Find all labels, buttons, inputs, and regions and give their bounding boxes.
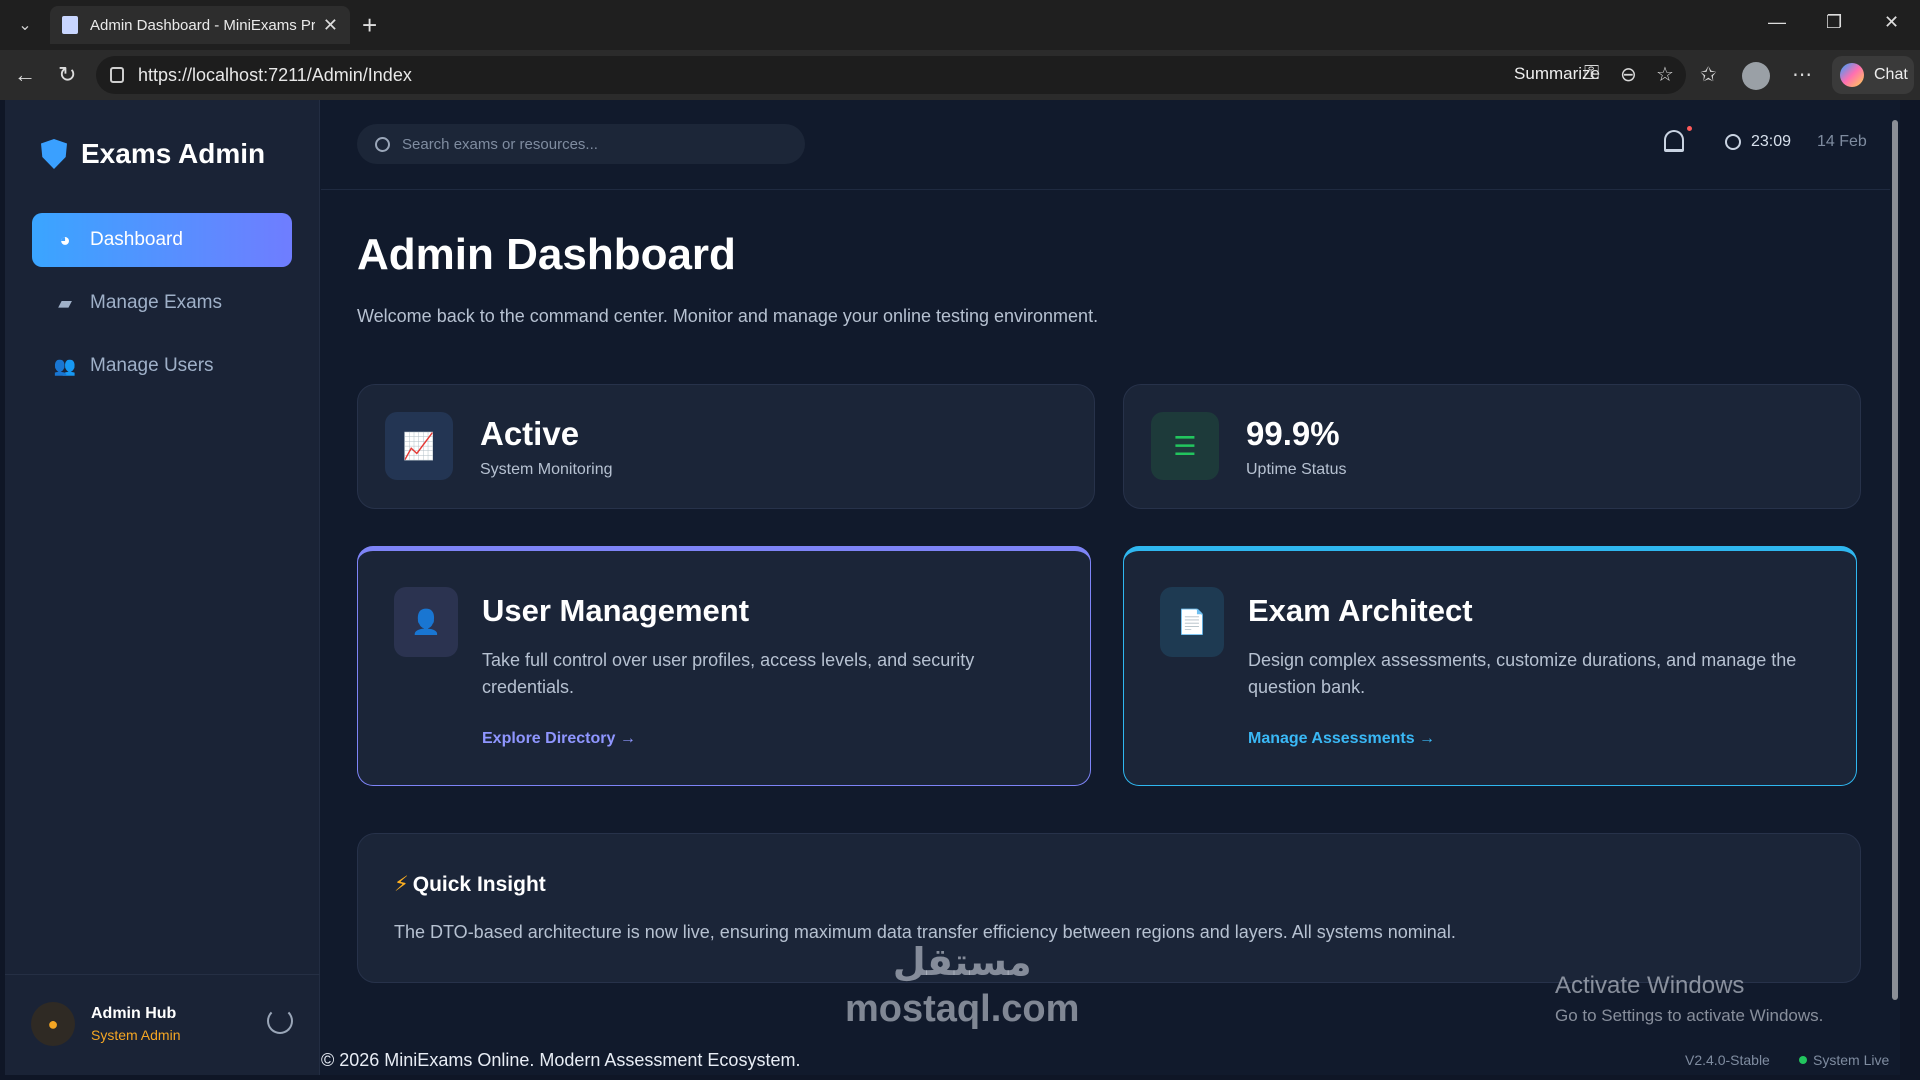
restore-icon[interactable]: ❐ <box>1826 12 1842 33</box>
user-name: Admin Hub <box>91 1005 177 1022</box>
card-title: Exam Architect <box>1248 593 1473 628</box>
chat-label: Chat <box>1874 66 1908 83</box>
page-viewport: Exams Admin ◕ Dashboard ▰ Manage Exams 👥… <box>5 100 1900 1075</box>
card-description: Take full control over user profiles, ac… <box>482 650 975 697</box>
mostaql-watermark: مستقل mostaql.com <box>845 940 1079 1032</box>
lock-icon <box>110 67 124 83</box>
card-title: User Management <box>482 593 750 628</box>
folder-icon: ▰ <box>58 292 72 313</box>
status-text: System Live <box>1813 1052 1890 1068</box>
browser-tab-active[interactable]: Admin Dashboard - MiniExams Pro ✕ <box>50 6 350 44</box>
system-status: System Live <box>1799 1052 1889 1068</box>
server-icon: ☰ <box>1151 412 1219 480</box>
copyright-footer: © 2026 MiniExams Online. Modern Assessme… <box>321 1050 801 1070</box>
stat-card-monitoring: 📈 Active System Monitoring <box>357 384 1095 509</box>
browser-tab-strip: ⌄ Admin Dashboard - MiniExams Pro ✕ + — … <box>0 0 1920 50</box>
version-label: V2.4.0-Stable <box>1685 1052 1770 1068</box>
sidebar-user-panel: ● Admin Hub System Admin <box>5 974 320 1075</box>
sidebar-item-label: Manage Exams <box>90 292 223 313</box>
sidebar-item-label: Dashboard <box>90 229 183 250</box>
zoom-icon[interactable]: ⊖ <box>1620 62 1637 87</box>
shield-icon <box>41 139 67 169</box>
power-logout-icon[interactable] <box>267 1008 293 1034</box>
pie-chart-icon: ◕ <box>59 229 71 250</box>
top-header: 23:09 14 Feb <box>321 100 1900 190</box>
watermark-url: mostaql.com <box>845 988 1080 1030</box>
key-icon[interactable]: ⚿ <box>1584 62 1599 85</box>
favorite-star-icon[interactable]: ☆ <box>1656 62 1674 87</box>
sidebar-item-manage-exams[interactable]: ▰ Manage Exams <box>32 276 292 330</box>
close-tab-icon[interactable]: ✕ <box>323 15 338 36</box>
sidebar-item-label: Manage Users <box>90 355 214 376</box>
activate-windows-notice: Activate Windows Go to Settings to activ… <box>1555 972 1823 1026</box>
sidebar-item-dashboard[interactable]: ◕ Dashboard <box>32 213 292 267</box>
brand-name: Exams Admin <box>81 138 266 169</box>
stat-label: System Monitoring <box>480 461 613 478</box>
user-avatar-icon[interactable]: ● <box>31 1002 75 1046</box>
manage-assessments-link[interactable]: Manage Assessments → <box>1248 730 1435 748</box>
sidebar-item-manage-users[interactable]: 👥 Manage Users <box>32 339 292 393</box>
exam-architect-card[interactable]: 📄 Exam Architect Design complex assessme… <box>1123 546 1857 786</box>
close-window-icon[interactable]: ✕ <box>1884 12 1899 33</box>
activate-title: Activate Windows <box>1555 972 1745 999</box>
search-box[interactable] <box>357 124 805 164</box>
stat-value: Active <box>480 415 580 452</box>
more-menu-icon[interactable]: ⋯ <box>1792 62 1812 87</box>
favorites-list-icon[interactable]: ✩ <box>1700 62 1717 87</box>
address-bar[interactable]: https://localhost:7211/Admin/Index <box>96 56 1686 94</box>
tab-title: Admin Dashboard - MiniExams Pro <box>90 16 315 34</box>
insight-title-text: Quick Insight <box>412 873 546 896</box>
lightning-bolt-icon: ⚡ <box>394 873 409 896</box>
page-subtitle: Welcome back to the command center. Moni… <box>357 306 1099 326</box>
scrollbar-thumb[interactable] <box>1892 120 1898 1000</box>
new-tab-plus-icon[interactable]: + <box>362 10 377 40</box>
search-icon <box>375 136 390 152</box>
copilot-icon <box>1840 63 1864 87</box>
user-role: System Admin <box>91 1027 181 1043</box>
notification-dot <box>1687 126 1692 131</box>
reload-icon[interactable]: ↻ <box>58 62 76 88</box>
document-icon: 📄 <box>1160 587 1224 657</box>
page-scrollbar[interactable] <box>1890 100 1900 1075</box>
page-favicon-icon <box>62 16 78 34</box>
search-input[interactable] <box>402 135 782 153</box>
stat-value: 99.9% <box>1246 415 1340 452</box>
brand[interactable]: Exams Admin <box>41 138 265 170</box>
users-icon: 👥 <box>53 355 77 376</box>
activate-subtitle: Go to Settings to activate Windows. <box>1555 1006 1824 1025</box>
insight-title: ⚡ Quick Insight <box>394 872 546 897</box>
minimize-icon[interactable]: — <box>1768 12 1786 33</box>
stat-card-uptime: ☰ 99.9% Uptime Status <box>1123 384 1861 509</box>
current-time: 23:09 <box>1751 133 1792 150</box>
current-date: 14 Feb <box>1817 133 1867 150</box>
watermark-arabic: مستقل <box>892 942 1032 984</box>
user-management-card[interactable]: 👤 User Management Take full control over… <box>357 546 1091 786</box>
explore-directory-link[interactable]: Explore Directory → <box>482 730 636 748</box>
quick-insight-panel: ⚡ Quick Insight The DTO-based architectur… <box>357 833 1861 983</box>
sidebar: Exams Admin ◕ Dashboard ▰ Manage Exams 👥… <box>5 100 320 1075</box>
card-description: Design complex assessments, customize du… <box>1248 650 1797 697</box>
notification-bell-icon[interactable] <box>1664 130 1684 152</box>
url-text: https://localhost:7211/Admin/Index <box>138 64 412 85</box>
profile-avatar-icon[interactable] <box>1742 62 1770 90</box>
address-toolbar: ← ↻ https://localhost:7211/Admin/Index S… <box>0 50 1920 100</box>
copilot-chat-button[interactable]: Chat <box>1832 56 1914 94</box>
status-dot-icon <box>1799 1056 1807 1064</box>
line-chart-icon: 📈 <box>385 412 453 480</box>
tab-list-chevron-icon[interactable]: ⌄ <box>10 10 40 40</box>
user-shield-icon: 👤 <box>394 587 458 657</box>
clock-icon <box>1725 134 1741 150</box>
back-arrow-icon[interactable]: ← <box>14 62 36 88</box>
page-title: Admin Dashboard <box>357 230 736 279</box>
stat-label: Uptime Status <box>1246 461 1347 478</box>
